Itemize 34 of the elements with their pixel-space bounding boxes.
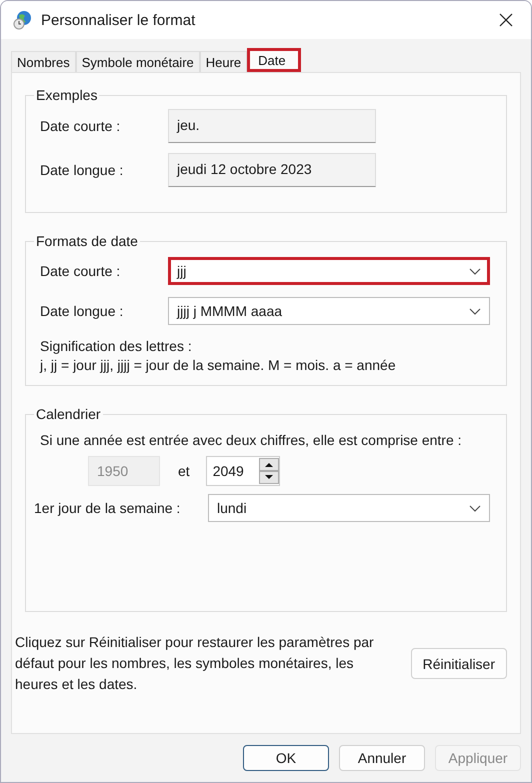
group-title: Exemples xyxy=(35,87,98,103)
legend-text: j, jj = jour jjj, jjjj = jour de la semaine. M = mois. a = année xyxy=(40,356,397,375)
globe-clock-icon xyxy=(13,10,33,30)
tab[interactable]: Symbole monétaire xyxy=(76,51,200,72)
chevron-down-icon xyxy=(469,308,481,314)
format-dropdown[interactable]: jjj xyxy=(168,257,490,285)
calendar-note: Si une année est entrée avec deux chiffres, elle est comprise entre : xyxy=(40,432,463,448)
field-label: Date courte : xyxy=(40,263,122,279)
spin-down-icon[interactable] xyxy=(258,471,279,484)
and-label: et xyxy=(178,463,190,479)
dialog-button[interactable]: Annuler xyxy=(339,745,425,771)
spin-up-icon[interactable] xyxy=(258,458,279,471)
legend-title: Signification des lettres : xyxy=(40,337,193,356)
example-field: jeu. xyxy=(168,109,376,143)
group-title: Formats de date xyxy=(35,233,139,249)
field-label: Date longue : xyxy=(40,303,124,319)
field-label: Date courte : xyxy=(40,118,122,134)
group-title: Calendrier xyxy=(35,406,102,422)
window-title: Personnaliser le format xyxy=(41,12,196,28)
field-label: Date longue : xyxy=(40,162,124,178)
first-day-dropdown[interactable]: lundi xyxy=(208,494,490,522)
chevron-down-icon xyxy=(469,504,481,512)
tab[interactable]: Heure xyxy=(200,51,248,72)
year-spinbox[interactable]: 2049 xyxy=(206,456,280,486)
field-label: 1er jour de la semaine : xyxy=(34,500,182,516)
reset-button[interactable]: Réinitialiser xyxy=(410,648,507,679)
format-dropdown[interactable]: jjjj j MMMM aaaa xyxy=(168,297,490,325)
tab[interactable]: Date xyxy=(247,48,301,72)
example-field: jeudi 12 octobre 2023 xyxy=(168,153,376,187)
dialog-button[interactable]: OK xyxy=(243,745,329,771)
tab[interactable]: Nombres xyxy=(11,51,76,72)
chevron-down-icon xyxy=(469,268,481,274)
reset-description: Cliquez sur Réinitialiser pour restaurer les paramètres par défaut pour les nombres, les symboles monétaires, les heures et les dates. xyxy=(15,633,375,694)
close-icon[interactable] xyxy=(499,13,513,27)
